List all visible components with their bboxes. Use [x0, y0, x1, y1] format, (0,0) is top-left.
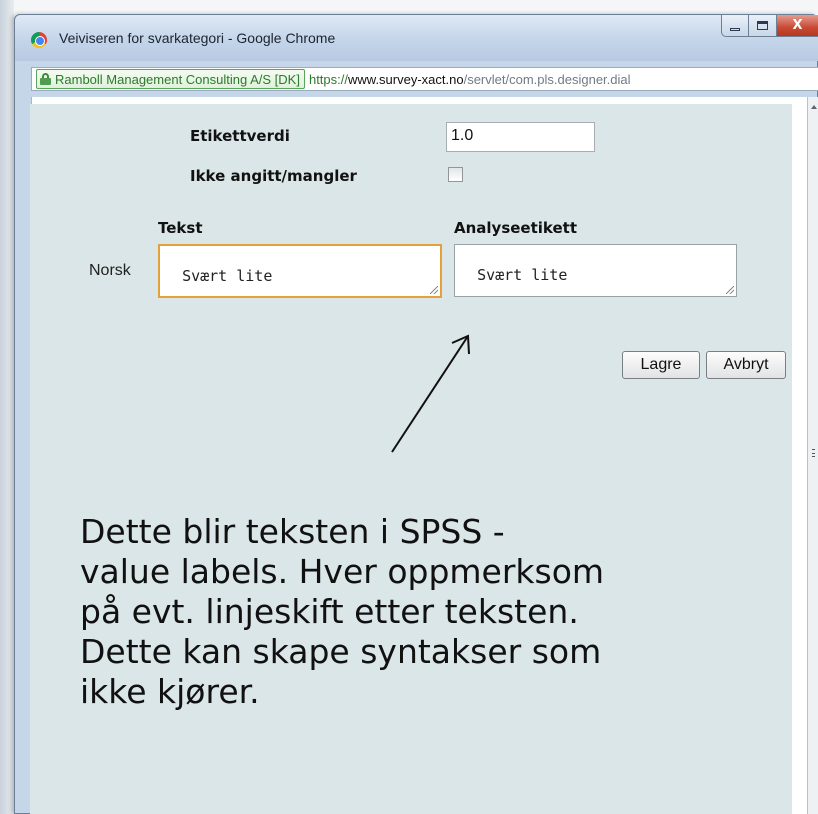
label-value-label: Etikettverdi: [190, 127, 290, 145]
desktop-background-top: [0, 0, 818, 14]
annotation-line: på evt. linjeskift etter teksten.: [80, 592, 579, 631]
analysis-label-textarea-value: Svært lite: [477, 266, 568, 284]
url-scheme: https://: [308, 71, 348, 87]
cancel-button[interactable]: Avbryt: [706, 351, 786, 379]
annotation-line: ikke kjører.: [80, 672, 260, 711]
window-title: Veiviseren for svarkategori - Google Chr…: [59, 30, 336, 46]
label-value-input[interactable]: 1.0: [446, 122, 595, 152]
title-bar[interactable]: Veiviseren for svarkategori - Google Chr…: [15, 15, 818, 61]
text-textarea-value: Svært lite: [182, 267, 273, 285]
annotation-line: value labels. Hver oppmerksom: [80, 552, 605, 591]
url-path: /servlet/com.pls.designer.dial: [463, 71, 631, 87]
maximize-button[interactable]: [749, 15, 777, 37]
column-header-text: Tekst: [158, 219, 203, 237]
minimize-button[interactable]: [721, 15, 749, 37]
address-bar[interactable]: Ramboll Management Consulting A/S [DK] h…: [31, 67, 818, 91]
url-host: www.survey-xact.no: [348, 71, 464, 87]
minimize-icon: [730, 27, 740, 31]
resize-handle-icon[interactable]: [726, 286, 734, 294]
lock-icon: [40, 73, 51, 85]
chrome-icon: [31, 32, 47, 48]
language-label: Norsk: [89, 262, 131, 279]
window-controls: X: [721, 15, 818, 37]
scroll-grip-icon[interactable]: [812, 449, 815, 457]
desktop-background-left: [0, 0, 14, 814]
url-text[interactable]: https://www.survey-xact.no/servlet/com.p…: [309, 72, 631, 87]
column-header-analysis: Analyseetikett: [454, 219, 578, 237]
save-button[interactable]: Lagre: [622, 351, 700, 379]
annotation-text: Dette blir teksten i SPSS - value labels…: [80, 512, 810, 712]
ev-certificate-name: Ramboll Management Consulting A/S [DK]: [55, 71, 300, 87]
close-icon: X: [792, 18, 803, 33]
analysis-label-textarea[interactable]: Svært lite: [454, 244, 737, 297]
text-textarea[interactable]: Svært lite: [158, 244, 442, 298]
scroll-up-icon[interactable]: [811, 105, 817, 109]
annotation-line: Dette blir teksten i SPSS -: [80, 512, 505, 551]
close-button[interactable]: X: [777, 15, 818, 37]
annotation-line: Dette kan skape syntakser som: [80, 632, 602, 671]
missing-checkbox[interactable]: [448, 167, 463, 182]
missing-label: Ikke angitt/mangler: [190, 167, 357, 185]
resize-handle-icon[interactable]: [430, 286, 438, 294]
maximize-icon: [757, 21, 768, 30]
ev-certificate-badge[interactable]: Ramboll Management Consulting A/S [DK]: [36, 69, 305, 89]
